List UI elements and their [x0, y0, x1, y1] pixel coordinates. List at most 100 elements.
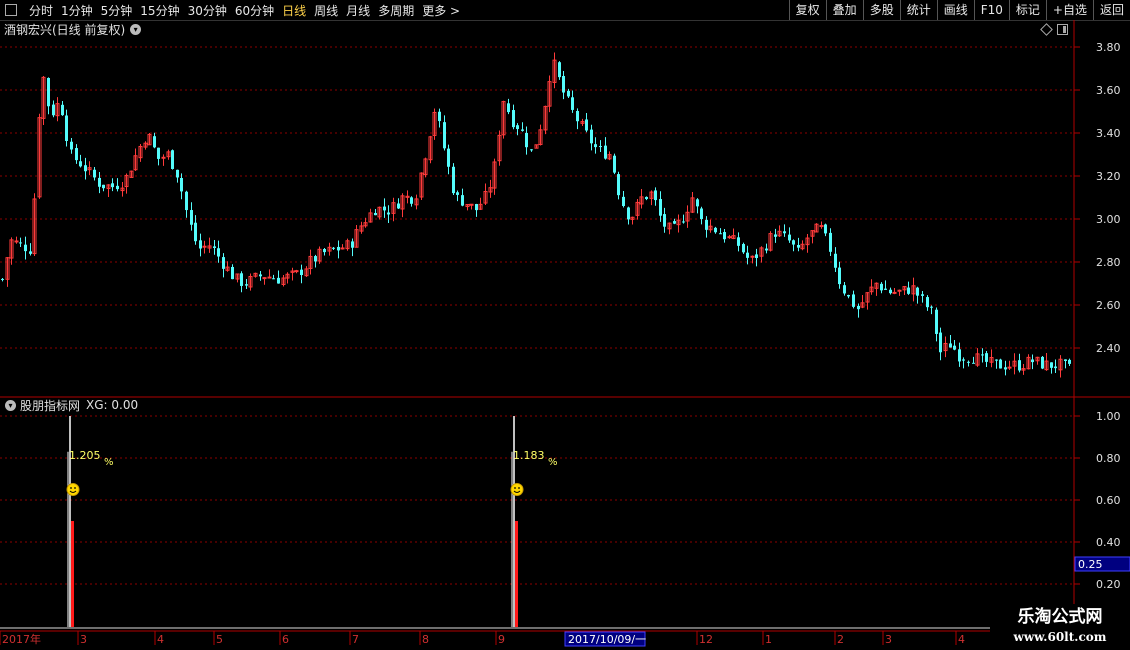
candle-body: [475, 204, 478, 211]
indicator-y-tick-label: 0.40: [1096, 536, 1121, 549]
candle-body: [277, 277, 280, 284]
x-tick-label: 6: [282, 633, 289, 646]
signal-bar: [515, 521, 518, 627]
candle-body: [907, 287, 910, 294]
candle-body: [949, 343, 952, 348]
candle-body: [521, 129, 524, 131]
candle-body: [627, 207, 630, 220]
x-tick-label: 1: [765, 633, 772, 646]
candle-body: [622, 196, 625, 207]
candle-body: [102, 184, 105, 189]
candle-body: [516, 125, 519, 130]
candle-body: [567, 90, 570, 97]
candle-body: [880, 283, 883, 291]
candle-body: [245, 284, 248, 286]
diamond-icon[interactable]: [1040, 23, 1053, 36]
chevron-down-icon[interactable]: ▾: [130, 23, 142, 35]
indicator-y-tick-label: 0.20: [1096, 578, 1121, 591]
candle-body: [1064, 359, 1067, 361]
candle-body: [939, 332, 942, 353]
candle-body: [1018, 360, 1021, 371]
indicator-name: 股朋指标网: [20, 398, 81, 413]
main-chart-title: 酒钢宏兴(日线 前复权) ▾: [0, 20, 142, 38]
candle-body: [645, 196, 648, 200]
candle-body: [300, 269, 303, 276]
candle-body: [323, 249, 326, 253]
candle-body: [571, 97, 574, 110]
indicator-title: ▾ 股朋指标网 XG: 0.00: [0, 397, 138, 413]
candle-body: [410, 197, 413, 204]
candle-body: [892, 291, 897, 294]
candle-body: [659, 198, 662, 216]
crosshair-date-label: 2017/10/09/一: [568, 633, 646, 646]
x-tick-label: 4: [157, 633, 164, 646]
candle-body: [387, 212, 390, 215]
smiley-eye: [74, 487, 76, 489]
candle-body: [916, 287, 919, 296]
candle-body: [185, 191, 188, 211]
candle-body: [935, 309, 938, 334]
y-tick-label: 2.40: [1096, 342, 1121, 355]
candle-body: [213, 246, 216, 248]
candle-body: [926, 297, 929, 308]
candle-body: [1050, 362, 1053, 368]
candle-body: [981, 354, 984, 356]
candle-body: [116, 185, 119, 190]
candle-body: [930, 306, 933, 308]
smiley-icon: [66, 483, 80, 496]
y-tick-label: 3.60: [1096, 84, 1121, 97]
x-tick-label: 4: [958, 633, 965, 646]
candle-body: [507, 103, 510, 113]
signal-bar: [71, 521, 74, 627]
candle-body: [111, 183, 114, 188]
candle-body: [314, 256, 317, 262]
candlestick-chart[interactable]: 3.80 3.60 3.40 3.20 3.00 2.80 2.60 2.40 1.00 0.80…: [0, 0, 1130, 650]
candle-body: [797, 244, 800, 248]
candle-body: [262, 277, 267, 280]
x-tick-label: 7: [352, 633, 359, 646]
candle-body: [332, 247, 335, 249]
candle-body: [24, 244, 27, 252]
candle-body: [1041, 356, 1044, 369]
candle-body: [267, 276, 272, 279]
candle-body: [194, 222, 197, 242]
candle-body: [161, 156, 166, 159]
candle-body: [47, 77, 50, 107]
candle-body: [985, 353, 988, 362]
candle-body: [889, 289, 892, 294]
candle-body: [590, 129, 593, 144]
candle-body: [755, 254, 758, 259]
candle-body: [14, 240, 19, 243]
watermark-url: www.60lt.com: [1013, 630, 1107, 644]
candle-body: [972, 362, 975, 364]
candle-body: [737, 237, 740, 246]
smiley-eye: [518, 487, 520, 489]
candle-body: [438, 111, 441, 122]
candle-body: [70, 141, 73, 150]
chevron-down-icon[interactable]: ▾: [5, 399, 16, 411]
candle-body: [525, 132, 528, 148]
smiley-icon: [510, 483, 524, 496]
y-tick-label: 3.80: [1096, 41, 1121, 54]
panel-icon[interactable]: [1057, 24, 1068, 35]
candle-body: [783, 231, 786, 234]
y-tick-label: 2.80: [1096, 256, 1121, 269]
indicator-y-tick-label: 0.80: [1096, 452, 1121, 465]
candle-body: [65, 115, 68, 141]
candle-body: [240, 273, 243, 286]
candle-body: [1007, 366, 1012, 369]
candle-body: [617, 174, 620, 196]
candle-body: [921, 294, 924, 296]
candle-body: [340, 247, 345, 250]
candle-body: [447, 148, 450, 167]
candle-body: [562, 76, 565, 93]
candles-group: [1, 52, 1071, 378]
y-tick-label: 3.20: [1096, 170, 1121, 183]
candle-body: [829, 232, 832, 252]
indicator-xg-value: XG: 0.00: [86, 398, 139, 412]
signal-value-label: 1.183: [513, 449, 545, 462]
candle-body: [953, 345, 956, 350]
watermark-title: 乐淘公式网: [1017, 607, 1103, 627]
x-tick-label: 12: [699, 633, 713, 646]
candle-body: [171, 150, 174, 169]
